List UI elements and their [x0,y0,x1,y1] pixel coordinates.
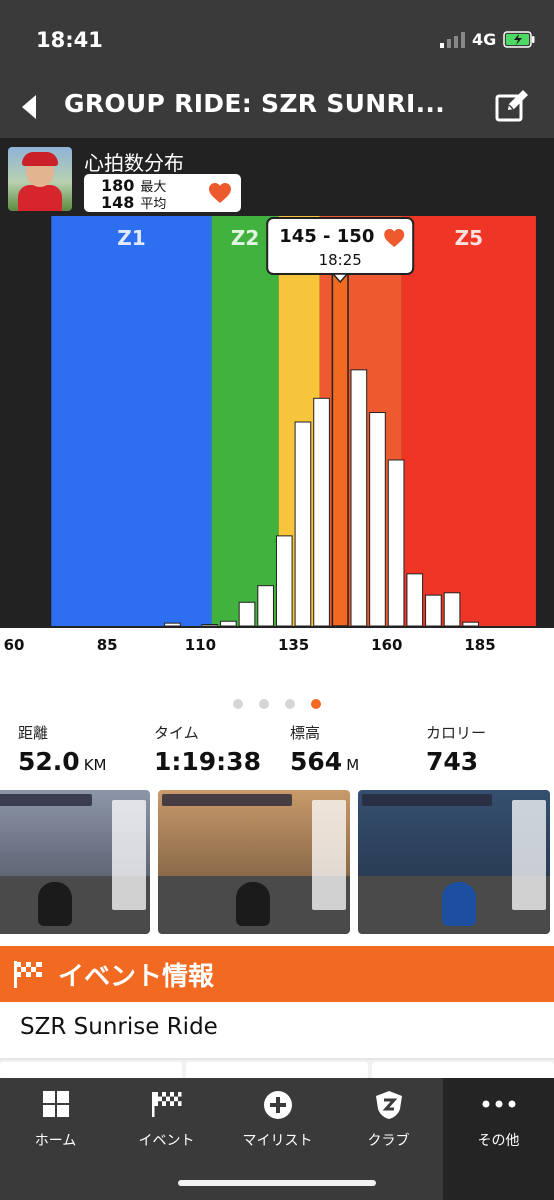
event-info-header: イベント情報 [0,946,554,1002]
x-axis: 60 85 110 135 160 185 [0,628,554,660]
histogram-bar [164,622,181,627]
stat-unit: KM [83,756,107,774]
heart-rate-summary: 180 最大 148 平均 [84,174,241,212]
page-title: GROUP RIDE: SZR SUNRI... [64,89,445,118]
stat-elevation: 標高 564 M [290,722,359,776]
club-shield-icon [375,1091,402,1119]
header-bar: GROUP RIDE: SZR SUNRI... [0,74,554,138]
tab-events[interactable]: イベント [111,1078,222,1160]
page-dot[interactable] [311,699,321,709]
histogram-bar [220,620,237,627]
x-tick-label: 135 [277,636,310,654]
tab-label: ホーム [34,1133,77,1149]
stat-label: 標高 [290,724,321,742]
network-label: 4G [472,30,497,49]
tab-label: マイリスト [242,1133,313,1149]
stat-label: 距離 [18,724,49,742]
histogram-bar [257,585,274,627]
zone-label: Z2 [231,226,259,250]
tab-more[interactable]: その他 [443,1078,554,1200]
stat-value: 1:19:38 [154,747,261,776]
histogram-bar [350,369,368,627]
stat-value: 743 [426,747,479,776]
event-name: SZR Sunrise Ride [20,1014,218,1040]
histogram-bar [387,459,405,627]
status-bar: 18:41 4G [0,0,554,74]
histogram-bar [238,601,256,627]
histogram-bar [275,535,293,627]
page-indicator[interactable] [0,696,554,712]
tab-label: クラブ [367,1133,410,1149]
tab-home[interactable]: ホーム [0,1078,111,1160]
histogram-bar [425,594,442,627]
ride-screenshot[interactable] [158,790,350,934]
histogram-bar [294,421,312,627]
chart-background [0,216,52,626]
home-indicator[interactable] [178,1180,376,1186]
event-details-cards [0,1060,554,1080]
stat-calories: カロリー 743 [426,722,486,776]
zone-label: Z1 [117,226,145,250]
zone-label: Z5 [455,226,483,250]
tooltip-time: 18:25 [319,251,362,269]
zone-band-z1 [51,216,212,626]
ride-screenshot[interactable] [358,790,550,934]
histogram-bar [313,397,330,627]
back-arrow-icon[interactable] [18,94,40,120]
stat-distance: 距離 52.0 KM [18,722,106,776]
status-time: 18:41 [36,28,103,52]
histogram-bar [369,412,386,627]
stat-label: カロリー [426,724,487,742]
event-section-title: イベント情報 [58,962,215,992]
tab-label: その他 [477,1133,520,1149]
x-tick-label: 110 [184,636,217,654]
stat-unit: M [346,756,360,774]
stat-value: 564 [290,747,343,776]
stat-value: 52.0 [18,747,80,776]
zone-band-z2 [211,216,279,626]
checkered-flag-icon [14,961,42,988]
checkered-flag-icon [151,1092,181,1117]
histogram-bar [201,624,219,627]
plus-circle-icon [263,1091,292,1119]
page-dot[interactable] [259,699,269,709]
more-dots-icon [482,1100,515,1108]
stat-time: タイム 1:19:38 [154,722,261,776]
avg-hr-value: 148 [101,193,135,212]
tooltip-range: 145 - 150 [279,226,374,247]
histogram-bar [443,592,461,627]
ride-screenshot[interactable] [0,790,150,934]
zone-band-z5 [401,216,536,626]
heart-icon [209,183,231,203]
x-tick-label: 185 [464,636,496,654]
avg-hr-label: 平均 [140,197,167,212]
x-tick-label: 160 [371,636,403,654]
heart-rate-histogram: Z1 Z2 Z5 145 - 150 18:25 [0,216,536,627]
heart-rate-title: 心拍数分布 [84,151,184,175]
page-dot[interactable] [285,699,295,709]
page-dot[interactable] [233,699,243,709]
histogram-bar [406,573,424,627]
x-tick-label: 60 [3,636,25,654]
stat-label: タイム [154,724,199,742]
signal-icon [440,32,465,48]
x-tick-label: 85 [96,636,118,654]
tab-clubs[interactable]: クラブ [333,1078,444,1160]
edit-share-icon[interactable] [494,88,530,124]
histogram-bar [462,621,479,627]
battery-icon [503,31,535,48]
grid-icon [42,1091,69,1117]
ride-stats: 距離 52.0 KM タイム 1:19:38 標高 564 M カロリー 743 [0,722,554,782]
avatar [8,147,72,211]
tab-my-list[interactable]: マイリスト [222,1078,333,1160]
tab-label: イベント [138,1133,195,1149]
